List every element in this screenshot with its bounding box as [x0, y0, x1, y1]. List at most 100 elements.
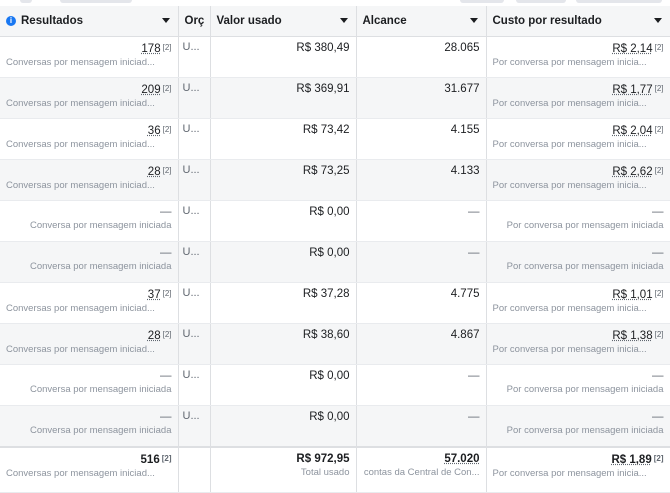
header-label: Orç	[184, 15, 205, 27]
results-label: Conversas por mensagem iniciad...	[6, 139, 155, 150]
cost-value[interactable]: R$ 1,77	[612, 84, 652, 96]
column-header-custo[interactable]: Custo por resultado	[486, 6, 670, 37]
toolbar-pill	[60, 0, 132, 3]
spent-cell: R$ 0,00	[210, 405, 357, 448]
budget-value: U...	[182, 246, 200, 258]
results-label: Conversa por mensagem iniciada	[29, 261, 172, 272]
reach-value: —	[468, 247, 480, 259]
breakdown-icon[interactable]: [2]	[655, 166, 664, 175]
reach-value: —	[468, 206, 480, 218]
table-row[interactable]: — Conversa por mensagem iniciada U... R$ 0,…	[0, 200, 670, 242]
caret-down-icon[interactable]	[469, 18, 478, 23]
breakdown-icon[interactable]: [2]	[655, 289, 664, 298]
breakdown-icon[interactable]: [2]	[163, 84, 172, 93]
breakdown-icon[interactable]: [2]	[163, 289, 172, 298]
table-row[interactable]: — Conversa por mensagem iniciada U... R$ 0,…	[0, 241, 670, 283]
reach-value: 4.133	[450, 165, 480, 177]
breakdown-icon[interactable]: [2]	[654, 454, 664, 463]
column-header-valor-usado[interactable]: Valor usado	[210, 6, 357, 37]
breakdown-icon[interactable]: [2]	[163, 125, 172, 134]
table-row[interactable]: 28 [2] Conversas por mensagem iniciad... U.…	[0, 159, 670, 201]
total-cost-value[interactable]: R$ 1,89	[611, 454, 651, 466]
budget-cell: U...	[178, 36, 211, 78]
table-row[interactable]: 178 [2] Conversas por mensagem iniciad... U…	[0, 36, 670, 78]
breakdown-icon[interactable]: [2]	[655, 125, 664, 134]
spent-cell: R$ 73,25	[210, 159, 357, 201]
cost-label: Por conversa por mensagem inicia...	[492, 98, 647, 109]
reach-cell: —	[356, 405, 487, 448]
cost-cell: R$ 1,77 [2] Por conversa por mensagem inic…	[486, 77, 670, 119]
column-header-resultados[interactable]: i Resultados	[0, 6, 179, 37]
table-row[interactable]: 28 [2] Conversas por mensagem iniciad... U.…	[0, 323, 670, 365]
results-number[interactable]: 209	[141, 84, 160, 96]
table-row[interactable]: 36 [2] Conversas por mensagem iniciad... U.…	[0, 118, 670, 160]
caret-down-icon[interactable]	[161, 18, 170, 23]
results-number[interactable]: 28	[148, 166, 161, 178]
header-label: Alcance	[362, 15, 407, 27]
breakdown-icon[interactable]: [2]	[162, 454, 172, 463]
results-number[interactable]: 178	[141, 43, 160, 55]
total-spent-value: R$ 972,95	[296, 453, 350, 465]
spent-cell: R$ 37,28	[210, 282, 357, 324]
results-number: —	[160, 370, 172, 382]
reach-value: 4.155	[450, 124, 480, 136]
results-label: Conversa por mensagem iniciada	[29, 220, 172, 231]
table-row[interactable]: 37 [2] Conversas por mensagem iniciad... U.…	[0, 282, 670, 324]
table-row[interactable]: — Conversa por mensagem iniciada U... R$ 0,…	[0, 405, 670, 448]
results-value: —	[6, 246, 172, 260]
column-header-orcamento[interactable]: Orç	[178, 6, 211, 37]
total-reach-value[interactable]: 57.020	[363, 452, 479, 466]
spent-value: R$ 369,91	[296, 83, 350, 95]
results-value: 178 [2]	[6, 41, 172, 56]
breakdown-icon[interactable]: [2]	[655, 330, 664, 339]
total-cost-cell: R$ 1,89 [2] Por conversa por mensagem ini…	[486, 446, 670, 493]
breakdown-icon[interactable]: [2]	[655, 43, 664, 52]
budget-value: U...	[182, 287, 200, 299]
reach-cell: 4.775	[356, 282, 487, 324]
toolbar-pill	[576, 0, 662, 3]
spent-value: R$ 0,00	[309, 247, 350, 259]
results-number[interactable]: 28	[148, 330, 161, 342]
spent-value: R$ 0,00	[309, 370, 350, 382]
budget-cell: U...	[178, 323, 211, 365]
caret-down-icon[interactable]	[653, 18, 662, 23]
results-cell: 37 [2] Conversas por mensagem iniciad...	[0, 282, 179, 324]
total-results-cell: 516 [2] Conversas por mensagem iniciad...	[0, 446, 179, 493]
cost-value[interactable]: R$ 2,14	[612, 43, 652, 55]
breakdown-icon[interactable]: [2]	[163, 166, 172, 175]
spent-value: R$ 380,49	[296, 42, 350, 54]
cost-cell: R$ 1,01 [2] Por conversa por mensagem inic…	[486, 282, 670, 324]
spent-value: R$ 0,00	[309, 411, 350, 423]
results-value: 36 [2]	[6, 123, 172, 138]
spent-cell: R$ 73,42	[210, 118, 357, 160]
results-number: —	[160, 411, 172, 423]
cost-label: Por conversa por mensagem iniciada	[506, 261, 664, 272]
spent-cell: R$ 369,91	[210, 77, 357, 119]
breakdown-icon[interactable]: [2]	[163, 330, 172, 339]
column-header-alcance[interactable]: Alcance	[356, 6, 487, 37]
cost-label: Por conversa por mensagem inicia...	[492, 344, 647, 355]
cost-label: Por conversa por mensagem inicia...	[492, 139, 647, 150]
spent-cell: R$ 0,00	[210, 364, 357, 406]
header-label: Custo por resultado	[492, 15, 602, 27]
totals-row: 516 [2] Conversas por mensagem iniciad...…	[0, 446, 670, 493]
budget-cell: U...	[178, 159, 211, 201]
table-row[interactable]: — Conversa por mensagem iniciada U... R$ 0,…	[0, 364, 670, 406]
spent-cell: R$ 380,49	[210, 36, 357, 78]
results-number: —	[160, 247, 172, 259]
spent-value: R$ 73,25	[302, 165, 350, 177]
cost-value[interactable]: R$ 2,62	[612, 166, 652, 178]
budget-cell: U...	[178, 282, 211, 324]
breakdown-icon[interactable]: [2]	[655, 84, 664, 93]
caret-down-icon[interactable]	[339, 18, 348, 23]
info-icon[interactable]: i	[6, 16, 16, 26]
breakdown-icon[interactable]: [2]	[163, 43, 172, 52]
cost-cell: R$ 2,62 [2] Por conversa por mensagem inic…	[486, 159, 670, 201]
results-number[interactable]: 36	[148, 125, 161, 137]
cost-value[interactable]: R$ 1,38	[612, 330, 652, 342]
table-row[interactable]: 209 [2] Conversas por mensagem iniciad... U…	[0, 77, 670, 119]
cost-value[interactable]: R$ 2,04	[612, 125, 652, 137]
results-number[interactable]: 37	[148, 289, 161, 301]
results-cell: — Conversa por mensagem iniciada	[0, 364, 179, 406]
cost-value[interactable]: R$ 1,01	[612, 289, 652, 301]
